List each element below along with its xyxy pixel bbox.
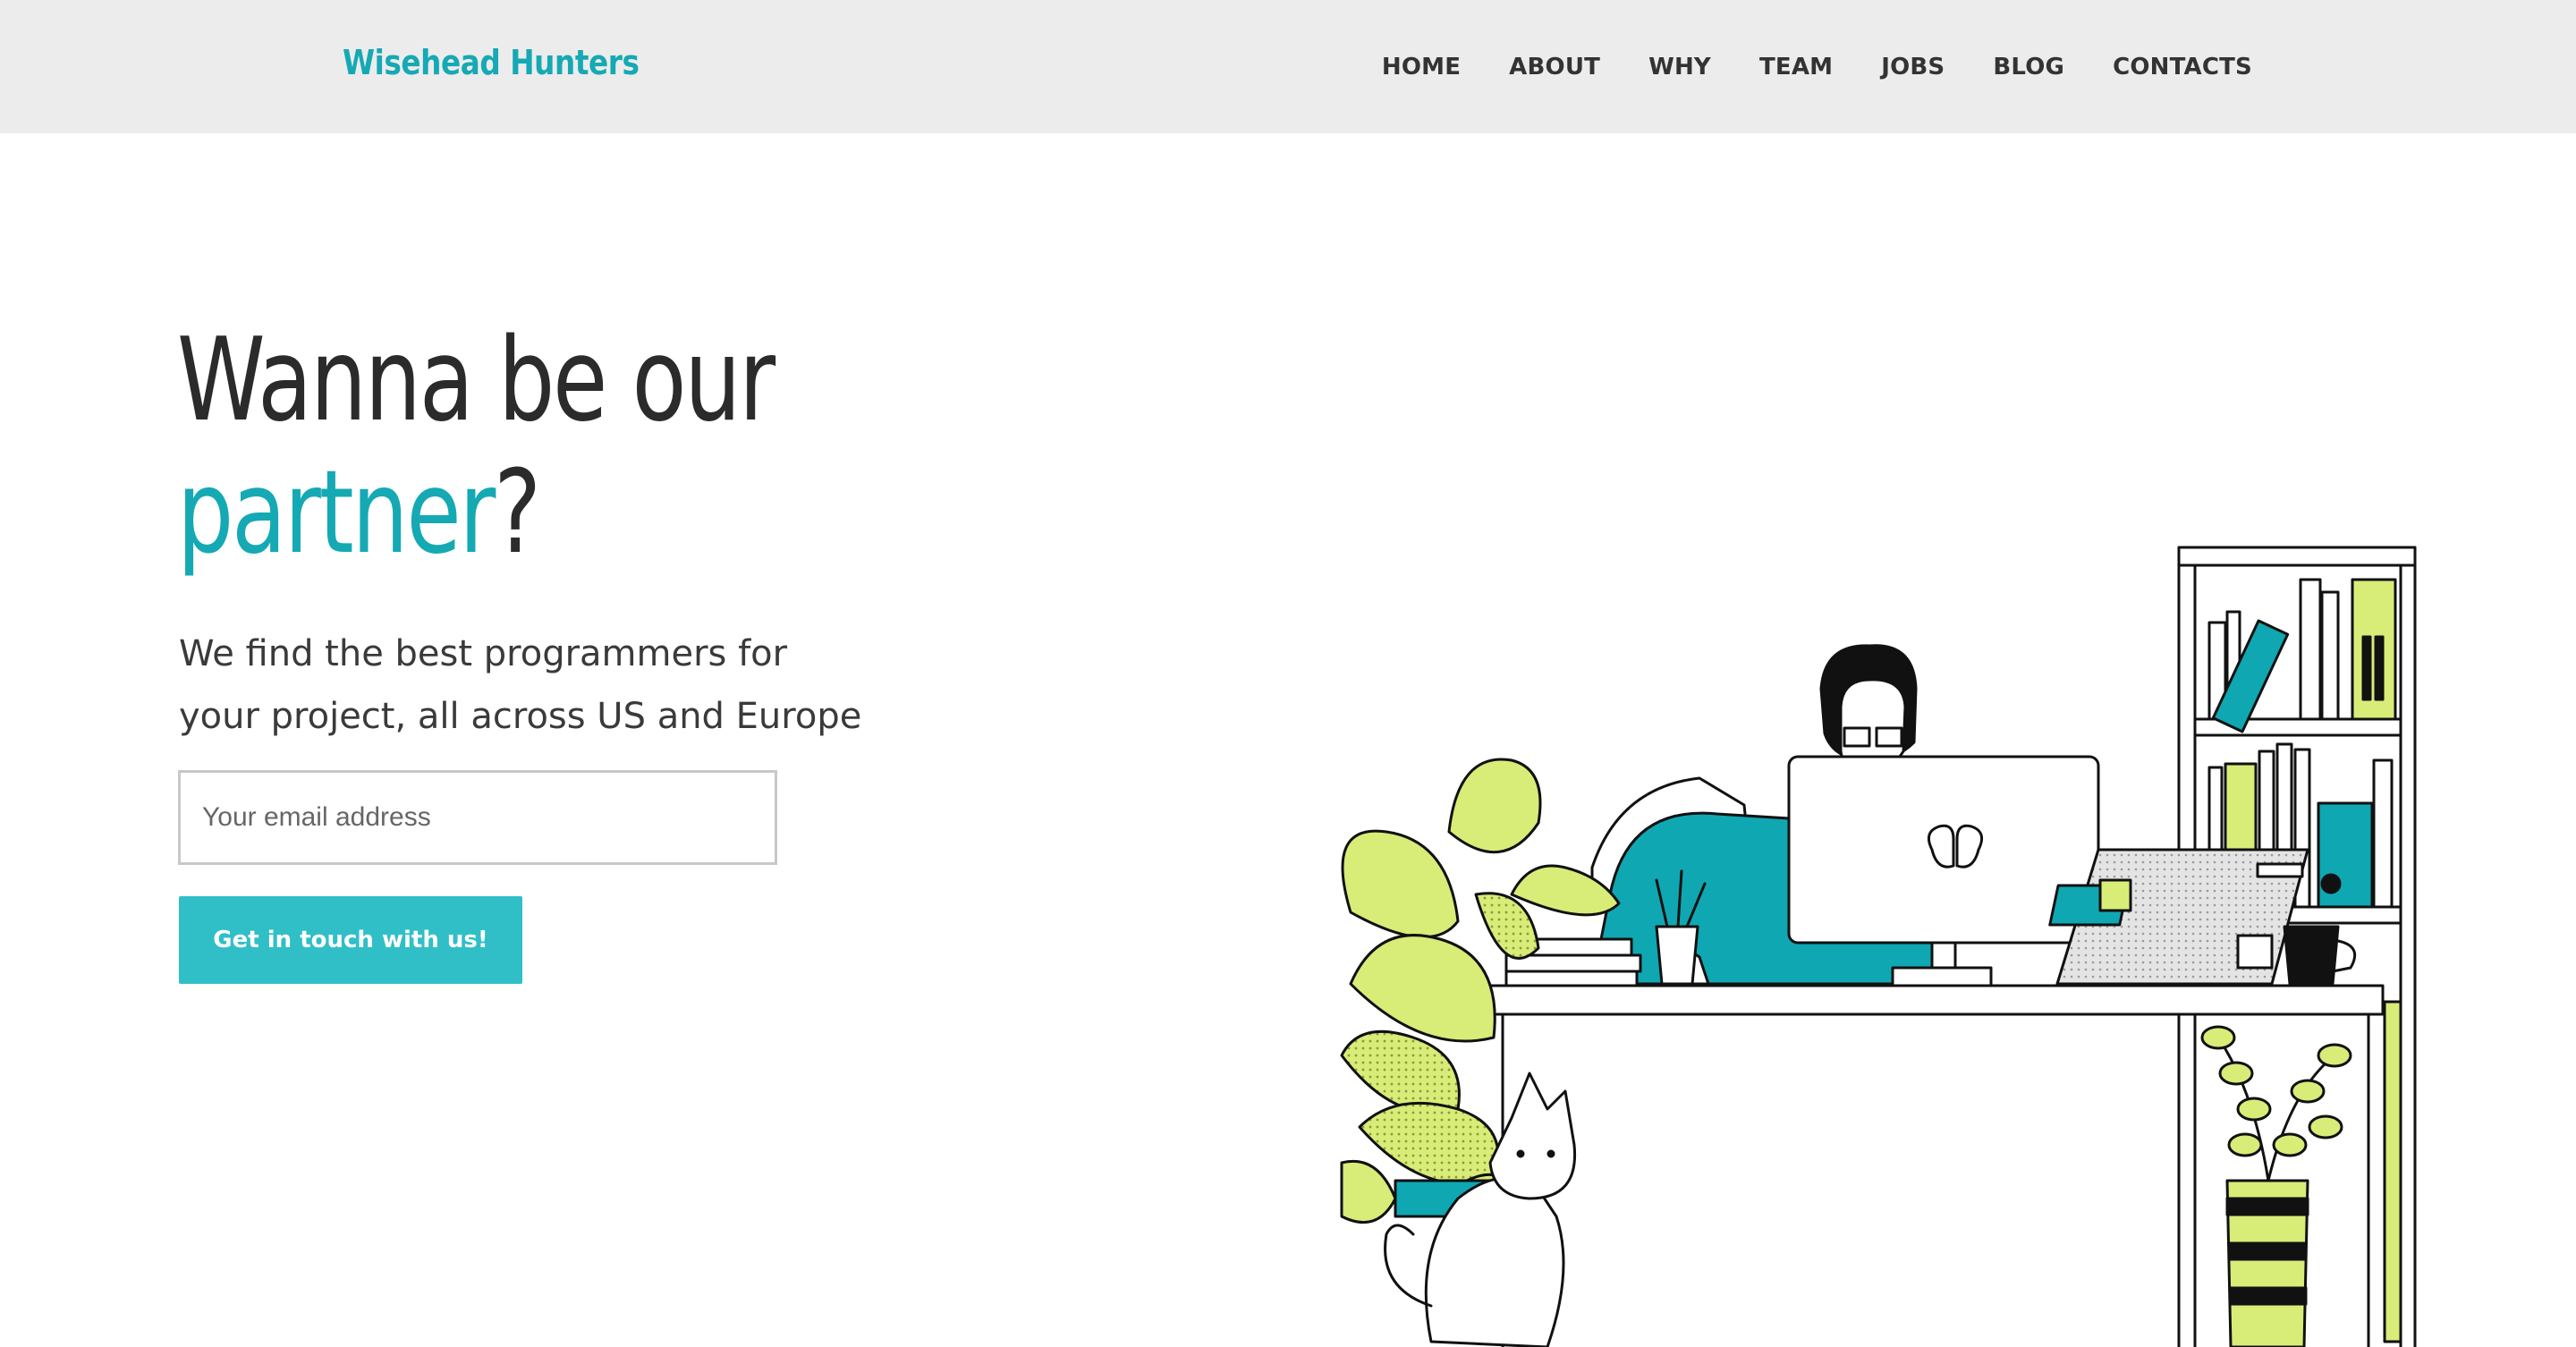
nav-item-why[interactable]: WHY [1648,54,1711,80]
headline-line-1: Wanna be our [177,314,775,447]
headline-question-mark: ? [494,446,541,580]
nav-item-jobs[interactable]: JOBS [1881,54,1945,80]
get-in-touch-button[interactable]: Get in touch with us! [179,896,522,984]
office-illustration [1340,546,2417,1347]
nav-item-contacts[interactable]: CONTACTS [2113,54,2252,80]
top-navigation-bar: Wisehead Hunters HOME ABOUT WHY TEAM JOB… [0,0,2576,133]
brand-logo[interactable]: Wisehead Hunters [343,43,640,82]
main-nav: HOME ABOUT WHY TEAM JOBS BLOG CONTACTS [1334,54,2252,80]
headline-accent-word: partner [177,446,496,580]
email-input[interactable] [178,770,777,865]
nav-item-about[interactable]: ABOUT [1509,54,1600,80]
nav-item-home[interactable]: HOME [1382,54,1461,80]
hero-headline: Wanna be our partner? [177,314,775,580]
nav-item-blog[interactable]: BLOG [1993,54,2064,80]
hero-subtitle: We find the best programmers for your pr… [179,633,862,737]
nav-item-team[interactable]: TEAM [1759,54,1833,80]
